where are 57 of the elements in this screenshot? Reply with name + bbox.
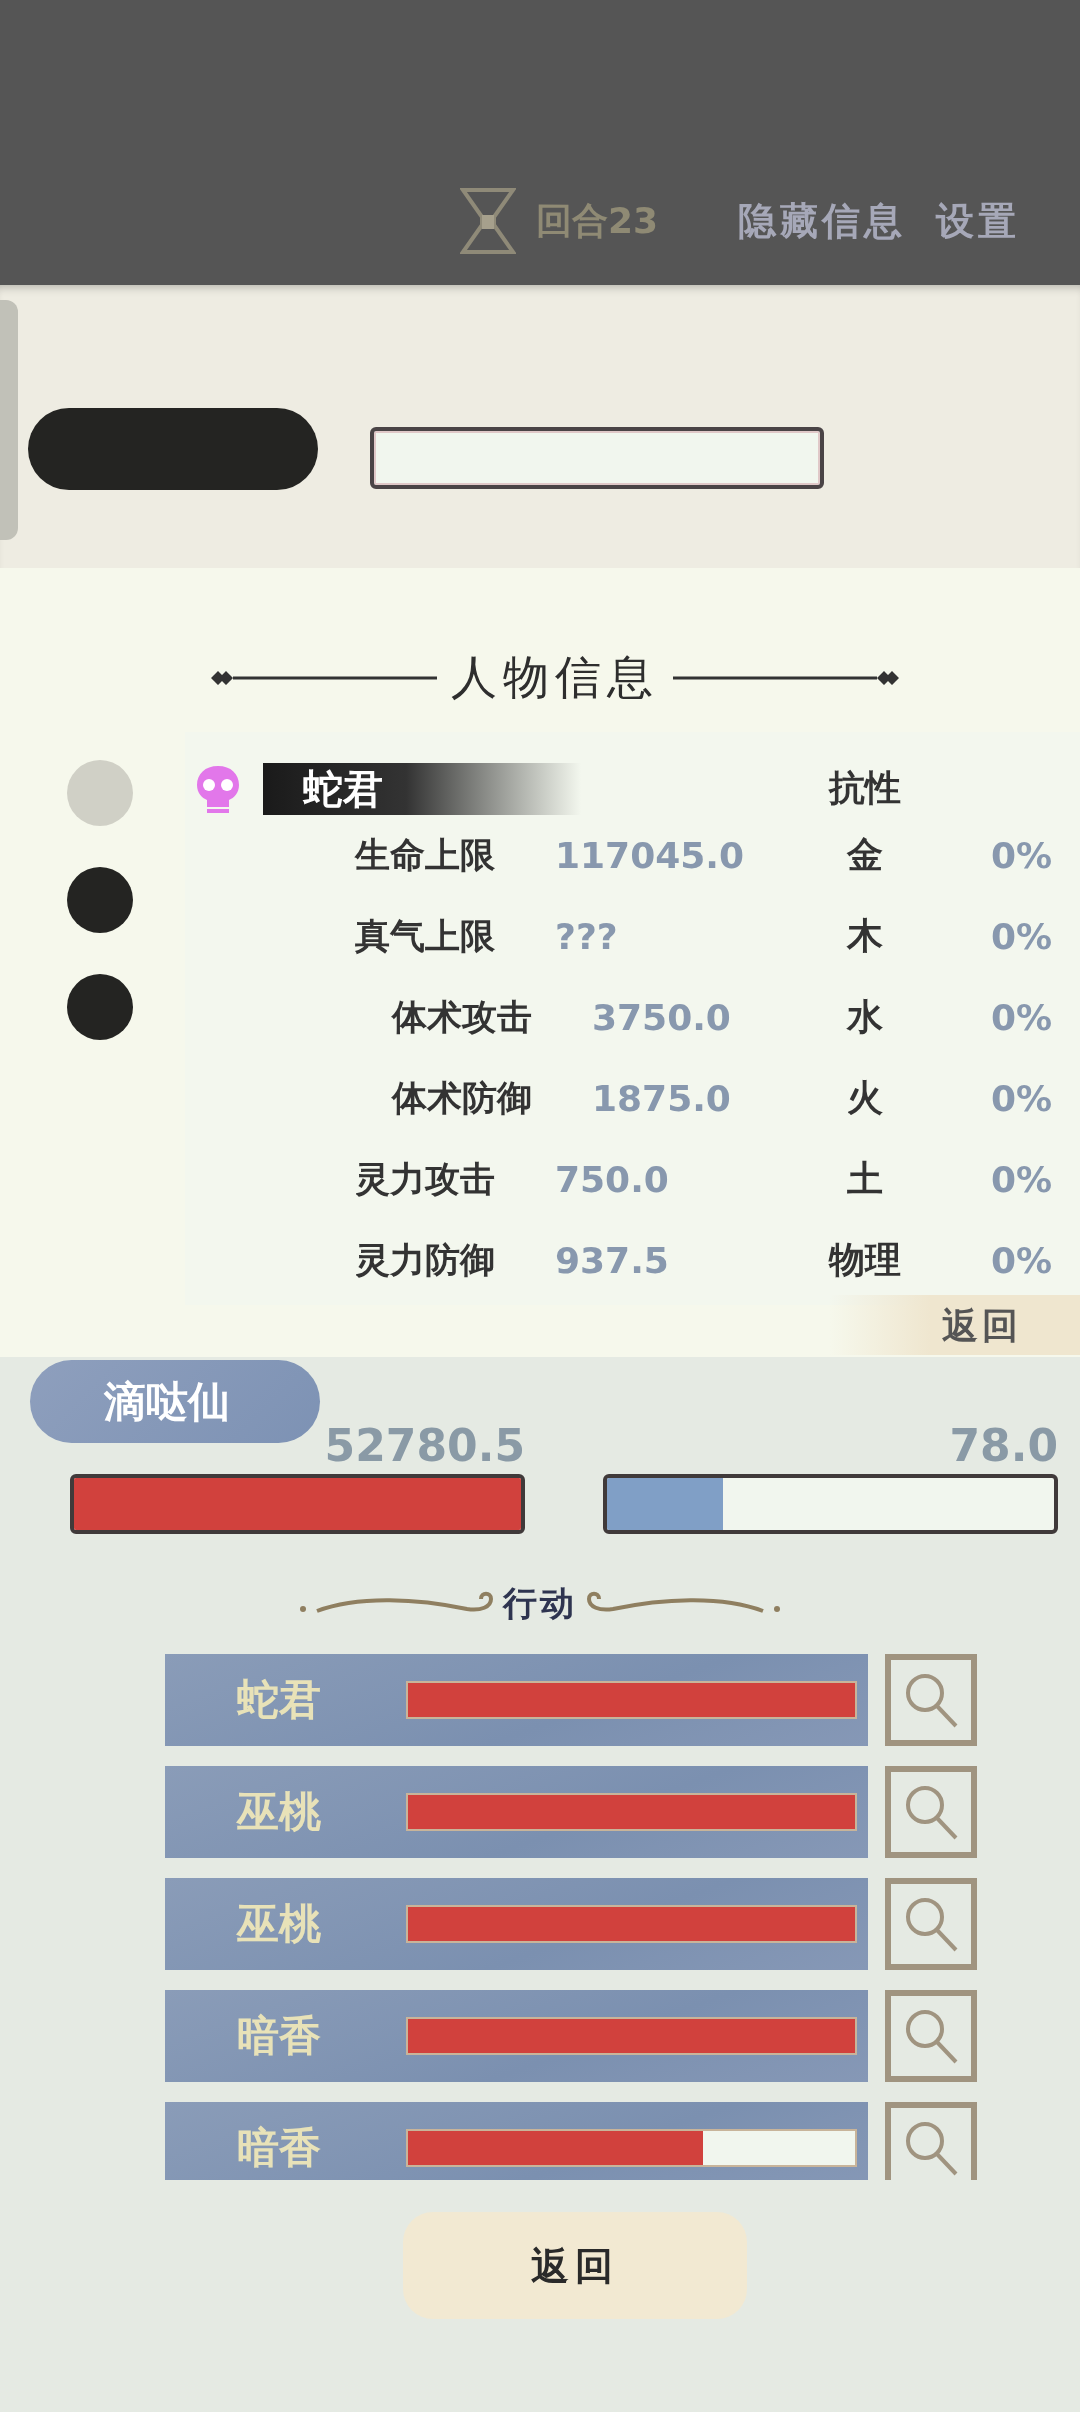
- hourglass-icon: [460, 187, 516, 255]
- stat-label: 体术防御: [390, 1077, 533, 1120]
- resist-value: 0%: [989, 1078, 1053, 1119]
- skull-icon: [195, 763, 241, 814]
- element-label: 金: [845, 833, 884, 877]
- resist-value: 0%: [989, 835, 1053, 876]
- stat-label: 生命上限: [355, 834, 496, 877]
- target-row[interactable]: 蛇君: [165, 1654, 868, 1746]
- target-name: 巫桃: [235, 1786, 322, 1838]
- target-name: 巫桃: [235, 1898, 322, 1950]
- resist-header: 抗性: [827, 765, 902, 810]
- stat-value: ???: [555, 916, 618, 957]
- target-name: 暗香: [236, 2010, 322, 2062]
- element-label: 木: [845, 914, 884, 958]
- target-name: 蛇君: [236, 1674, 322, 1726]
- target-row[interactable]: 暗香: [165, 2102, 868, 2180]
- section-title: 行动: [503, 1582, 577, 1625]
- stat-label: 灵力防御: [355, 1239, 496, 1282]
- character-name: 蛇君: [263, 762, 581, 815]
- target-name: 暗香: [236, 2122, 322, 2174]
- section-title: 人物信息: [451, 649, 659, 706]
- search-icon: [903, 2007, 959, 2065]
- search-icon: [903, 2119, 959, 2177]
- stat-label: 灵力攻击: [355, 1158, 496, 1201]
- target-row[interactable]: 巫桃: [165, 1766, 868, 1858]
- inspect-button[interactable]: [885, 1654, 977, 1746]
- resist-value: 0%: [989, 1159, 1053, 1200]
- stat-value: 750.0: [555, 1159, 669, 1200]
- element-label: 火: [846, 1076, 884, 1120]
- back-button[interactable]: 返回: [403, 2212, 747, 2319]
- element-label: 土: [846, 1157, 884, 1201]
- search-icon: [903, 1783, 959, 1841]
- hide-info-link[interactable]: 隐藏信息: [738, 195, 907, 247]
- stat-value: 3750.0: [592, 997, 731, 1038]
- search-icon: [903, 1671, 959, 1729]
- resist-value: 0%: [989, 916, 1053, 957]
- stat-value: 117045.0: [555, 835, 745, 876]
- stat-label: 体术攻击: [390, 996, 533, 1039]
- bar-reading: 78.0: [948, 1419, 1058, 1473]
- element-label: 水: [845, 995, 884, 1039]
- inspect-button[interactable]: [885, 1878, 977, 1970]
- inspect-button[interactable]: [885, 1766, 977, 1858]
- settings-link[interactable]: 设置: [936, 195, 1021, 247]
- search-icon: [903, 1895, 959, 1953]
- player-name: 滴哒仙: [30, 1360, 320, 1443]
- element-label: 物理: [827, 1238, 902, 1282]
- stat-value: 1875.0: [592, 1078, 731, 1119]
- round-counter: 回合23: [536, 198, 659, 243]
- resist-value: 0%: [989, 1240, 1053, 1281]
- inspect-button[interactable]: [885, 1990, 977, 2082]
- stat-value: 937.5: [555, 1240, 669, 1281]
- stat-label: 真气上限: [355, 915, 496, 958]
- target-row[interactable]: 巫桃: [165, 1878, 868, 1970]
- inspect-button[interactable]: [885, 2102, 977, 2180]
- resist-value: 0%: [989, 997, 1053, 1038]
- bar-reading: 52780.5: [323, 1419, 525, 1473]
- target-row[interactable]: 暗香: [165, 1990, 868, 2082]
